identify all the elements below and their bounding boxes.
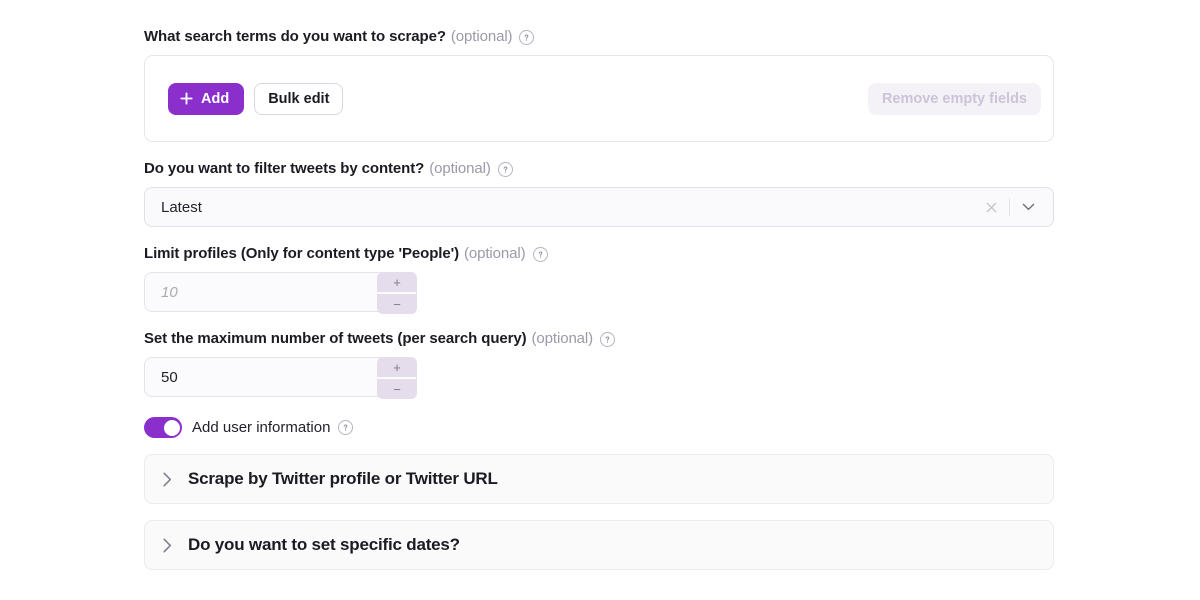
limit-profiles-label-text: Limit profiles (Only for content type 'P…	[144, 245, 459, 262]
chevron-right-icon	[163, 472, 172, 487]
decrement-icon: −	[393, 381, 401, 397]
filter-content-label-text: Do you want to filter tweets by content?	[144, 160, 425, 177]
add-user-information-label: Add user information	[192, 419, 354, 436]
search-terms-card: Add Bulk edit Remove empty fields	[144, 55, 1054, 142]
field-max-tweets: Set the maximum number of tweets (per se…	[144, 329, 1054, 399]
accordion-specific-dates[interactable]: Do you want to set specific dates?	[144, 520, 1054, 570]
question-circle-icon[interactable]	[532, 246, 548, 262]
max-tweets-stepper: + −	[377, 357, 417, 399]
close-icon[interactable]	[978, 202, 1005, 213]
filter-content-label: Do you want to filter tweets by content?…	[144, 159, 1054, 179]
increment-icon: +	[393, 359, 401, 375]
filter-content-select-row: Latest	[144, 187, 1054, 227]
limit-profiles-input-wrap[interactable]: 10 + −	[144, 272, 417, 314]
limit-profiles-increment-button[interactable]: +	[377, 272, 417, 292]
limit-profiles-label: Limit profiles (Only for content type 'P…	[144, 244, 1054, 264]
plus-icon	[180, 92, 193, 105]
scraper-config-form: What search terms do you want to scrape?…	[144, 0, 1054, 570]
field-add-user-information: Add user information	[144, 417, 1054, 438]
limit-profiles-stepper: + −	[377, 272, 417, 314]
add-user-information-label-text: Add user information	[192, 419, 331, 436]
add-button[interactable]: Add	[168, 82, 245, 115]
search-terms-label: What search terms do you want to scrape?…	[144, 27, 1054, 47]
max-tweets-optional-tag: (optional)	[531, 330, 594, 347]
increment-icon: +	[393, 274, 401, 290]
question-circle-icon[interactable]	[497, 161, 513, 177]
max-tweets-label-text: Set the maximum number of tweets (per se…	[144, 330, 527, 347]
add-user-information-toggle[interactable]	[144, 417, 182, 438]
question-circle-icon[interactable]	[519, 29, 535, 45]
decrement-icon: −	[393, 296, 401, 312]
filter-content-optional-tag: (optional)	[429, 160, 491, 177]
max-tweets-increment-button[interactable]: +	[377, 357, 417, 377]
bulk-edit-button[interactable]: Bulk edit	[254, 82, 344, 115]
filter-content-select[interactable]: Latest	[144, 187, 1054, 227]
field-search-terms: What search terms do you want to scrape?…	[144, 27, 1054, 142]
add-button-label: Add	[201, 90, 230, 107]
chevron-down-icon[interactable]	[1014, 203, 1043, 211]
search-terms-label-text: What search terms do you want to scrape?	[144, 28, 446, 45]
toggle-knob	[163, 419, 180, 436]
field-limit-profiles: Limit profiles (Only for content type 'P…	[144, 244, 1054, 314]
filter-content-selected-value: Latest	[161, 198, 202, 216]
field-filter-content: Do you want to filter tweets by content?…	[144, 159, 1054, 227]
remove-empty-fields-label: Remove empty fields	[881, 90, 1027, 107]
accordion-title: Scrape by Twitter profile or Twitter URL	[188, 469, 498, 488]
max-tweets-input-wrap[interactable]: 50 + −	[144, 357, 417, 399]
remove-empty-fields-button[interactable]: Remove empty fields	[867, 82, 1041, 115]
max-tweets-label: Set the maximum number of tweets (per se…	[144, 329, 1054, 349]
search-terms-actions: Add Bulk edit	[168, 82, 344, 115]
chevron-right-icon	[163, 538, 172, 553]
select-divider	[1009, 198, 1010, 216]
question-circle-icon[interactable]	[600, 331, 616, 347]
accordion-scrape-by-profile[interactable]: Scrape by Twitter profile or Twitter URL	[144, 454, 1054, 504]
question-circle-icon[interactable]	[338, 420, 354, 435]
limit-profiles-decrement-button[interactable]: −	[377, 294, 417, 314]
search-terms-optional-tag: (optional)	[450, 28, 513, 45]
accordion-title: Do you want to set specific dates?	[188, 535, 460, 554]
limit-profiles-optional-tag: (optional)	[463, 245, 526, 262]
bulk-edit-label: Bulk edit	[268, 90, 330, 107]
max-tweets-decrement-button[interactable]: −	[377, 379, 417, 399]
